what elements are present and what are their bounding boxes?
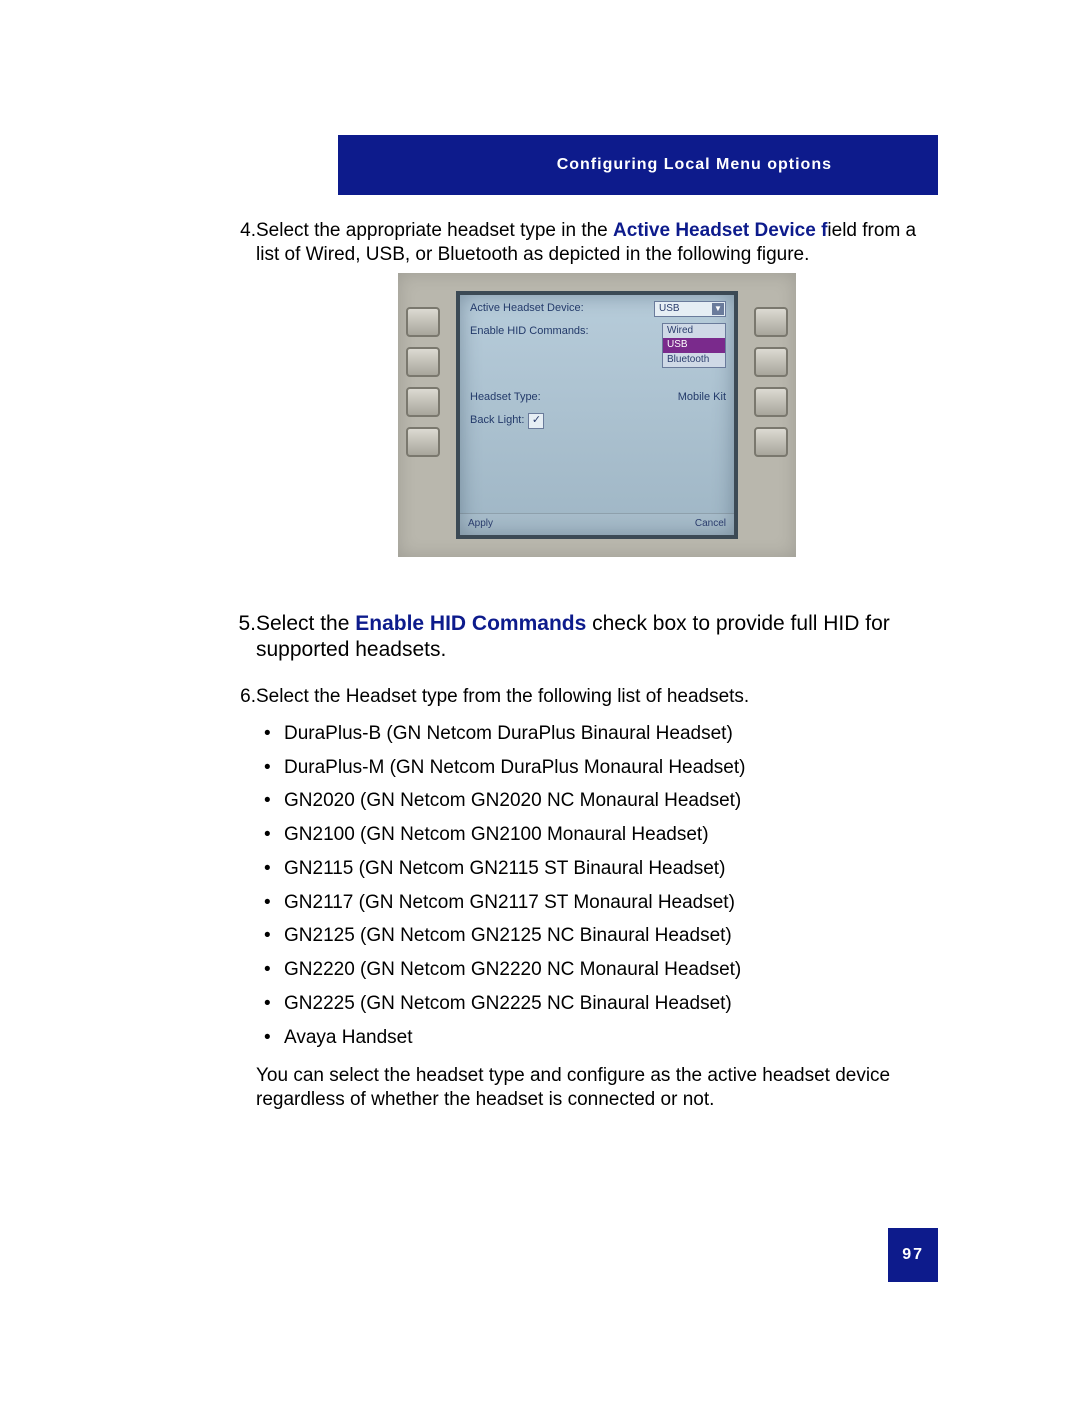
- header-title: Configuring Local Menu options: [557, 156, 832, 174]
- headset-type-value: Mobile Kit: [678, 391, 726, 405]
- active-headset-value: USB: [659, 303, 680, 314]
- list-item: GN2100 (GN Netcom GN2100 Monaural Headse…: [256, 818, 938, 852]
- hardware-button: [406, 307, 440, 337]
- active-headset-select[interactable]: USB ▼: [654, 301, 726, 318]
- chevron-down-icon: ▼: [712, 303, 724, 316]
- step5-pre: Select the: [256, 612, 355, 635]
- back-light-checkbox[interactable]: ✓: [528, 413, 544, 429]
- step-number: 5.: [218, 611, 256, 664]
- step4-bold: Active Headset Device f: [613, 220, 827, 241]
- headset-dropdown-list[interactable]: Wired USB Bluetooth: [662, 323, 726, 369]
- hardware-button: [754, 307, 788, 337]
- step-body: Select the appropriate headset type in t…: [256, 219, 938, 589]
- step-body: Select the Headset type from the followi…: [256, 685, 938, 1112]
- step6-closing: You can select the headset type and conf…: [256, 1064, 938, 1112]
- hardware-button: [754, 387, 788, 417]
- lcd-screen: Active Headset Device: USB ▼ Enable HID …: [456, 291, 738, 539]
- dropdown-option[interactable]: Wired: [663, 324, 725, 339]
- list-item: DuraPlus-M (GN Netcom DuraPlus Monaural …: [256, 751, 938, 785]
- step-4: 4. Select the appropriate headset type i…: [218, 219, 938, 589]
- dropdown-option[interactable]: Bluetooth: [663, 353, 725, 368]
- page-number: 97: [888, 1228, 938, 1282]
- check-icon: ✓: [532, 414, 541, 428]
- header-band: Configuring Local Menu options: [338, 135, 938, 195]
- hardware-button: [754, 427, 788, 457]
- list-item: GN2225 (GN Netcom GN2225 NC Binaural Hea…: [256, 987, 938, 1021]
- headset-type-label: Headset Type:: [470, 391, 678, 405]
- dropdown-option-selected[interactable]: USB: [663, 338, 725, 353]
- active-headset-label: Active Headset Device:: [470, 302, 654, 316]
- list-item: GN2220 (GN Netcom GN2220 NC Monaural Hea…: [256, 953, 938, 987]
- back-light-label: Back Light:: [470, 414, 524, 428]
- list-item: GN2115 (GN Netcom GN2115 ST Binaural Hea…: [256, 852, 938, 886]
- hardware-button: [406, 347, 440, 377]
- hardware-button: [754, 347, 788, 377]
- list-item: Avaya Handset: [256, 1021, 938, 1055]
- step-number: 6.: [218, 685, 256, 1112]
- footer: 97: [0, 1174, 1080, 1402]
- list-item: GN2117 (GN Netcom GN2117 ST Monaural Hea…: [256, 886, 938, 920]
- list-item: GN2020 (GN Netcom GN2020 NC Monaural Hea…: [256, 784, 938, 818]
- step6-text: Select the Headset type from the followi…: [256, 686, 749, 707]
- content-area: 4. Select the appropriate headset type i…: [0, 195, 1080, 1174]
- step5-bold: Enable HID Commands: [355, 612, 586, 635]
- step4-pre: Select the appropriate headset type in t…: [256, 220, 613, 241]
- cancel-softkey[interactable]: Cancel: [695, 518, 726, 531]
- headset-list: DuraPlus-B (GN Netcom DuraPlus Binaural …: [256, 717, 938, 1055]
- document-page: Configuring Local Menu options 4. Select…: [0, 135, 1080, 1402]
- step-list: 4. Select the appropriate headset type i…: [218, 219, 938, 1112]
- device-photo: Active Headset Device: USB ▼ Enable HID …: [398, 273, 796, 557]
- step-6: 6. Select the Headset type from the foll…: [218, 685, 938, 1112]
- bezel-right: [746, 273, 796, 557]
- step-5: 5. Select the Enable HID Commands check …: [218, 611, 938, 664]
- hardware-button: [406, 387, 440, 417]
- hardware-button: [406, 427, 440, 457]
- list-item: GN2125 (GN Netcom GN2125 NC Binaural Hea…: [256, 919, 938, 953]
- list-item: DuraPlus-B (GN Netcom DuraPlus Binaural …: [256, 717, 938, 751]
- step-number: 4.: [218, 219, 256, 589]
- bezel-left: [398, 273, 448, 557]
- step-body: Select the Enable HID Commands check box…: [256, 611, 938, 664]
- apply-softkey[interactable]: Apply: [468, 518, 493, 531]
- figure: Active Headset Device: USB ▼ Enable HID …: [256, 273, 938, 557]
